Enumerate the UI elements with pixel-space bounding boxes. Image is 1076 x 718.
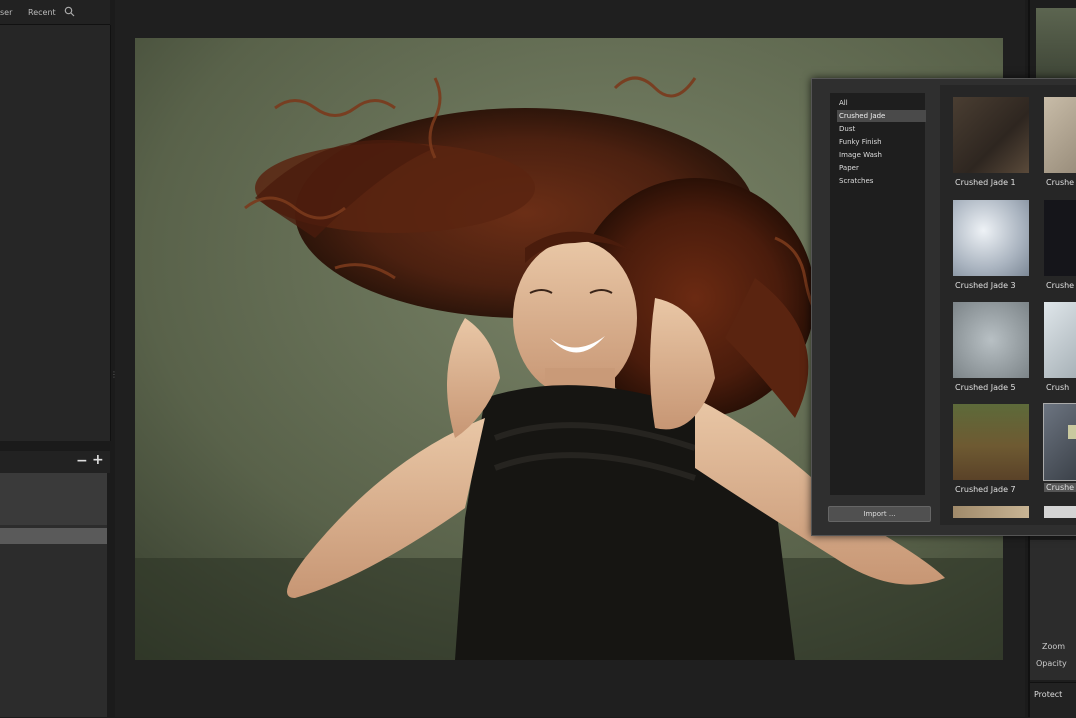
texture-label: Crushe [1046,178,1075,187]
texture-label: Crushed Jade 3 [955,281,1016,290]
texture-thumbnail[interactable] [1044,302,1076,378]
minus-button[interactable]: − [76,453,88,469]
category-funky-finish[interactable]: Funky Finish [837,136,926,148]
texture-thumbnail[interactable] [1044,200,1076,276]
tab-recent[interactable]: Recent [28,8,56,17]
category-dust[interactable]: Dust [837,123,926,135]
texture-thumbnail[interactable] [953,506,1029,518]
texture-thumbnail[interactable] [1044,506,1076,518]
plus-button[interactable]: + [92,452,104,468]
texture-label: Crushe [1046,281,1075,290]
import-button[interactable]: Import ... [828,506,931,522]
category-crushed-jade[interactable]: Crushed Jade [837,110,926,122]
left-top-panel [0,25,111,441]
texture-label: Crush [1046,383,1070,392]
left-bottom-toolbar: − + [0,451,110,473]
navigator-thumbnail[interactable] [1036,8,1076,78]
panel-resize-handle[interactable]: ⋮ [110,370,118,390]
selected-list-item[interactable] [0,528,107,544]
protect-tab[interactable]: Protect [1034,690,1062,699]
list-item[interactable] [0,473,107,525]
texture-label: Crushed Jade 7 [955,485,1016,494]
protect-bar [1030,682,1076,718]
texture-thumbnail[interactable] [953,97,1029,173]
left-panel-toolbar: ser Recent [0,0,110,25]
category-image-wash[interactable]: Image Wash [837,149,926,161]
left-panel-divider[interactable] [0,441,110,451]
texture-thumbnail[interactable] [953,302,1029,378]
category-scratches[interactable]: Scratches [837,175,926,187]
texture-thumbnail[interactable] [953,404,1029,480]
tab-browser[interactable]: ser [0,8,12,17]
texture-thumbnail-selected[interactable] [1043,403,1076,481]
texture-thumbnail[interactable] [953,200,1029,276]
zoom-label: Zoom [1042,642,1066,651]
category-all[interactable]: All [837,97,926,109]
category-paper[interactable]: Paper [837,162,926,174]
texture-label: Crushed Jade 1 [955,178,1016,187]
texture-label: Crushed Jade 5 [955,383,1016,392]
texture-thumbnail[interactable] [1044,97,1076,173]
opacity-label: Opacity [1036,659,1067,668]
search-icon[interactable] [64,6,75,17]
cursor-icon [1068,425,1076,439]
texture-label: Crushe [1044,483,1076,492]
